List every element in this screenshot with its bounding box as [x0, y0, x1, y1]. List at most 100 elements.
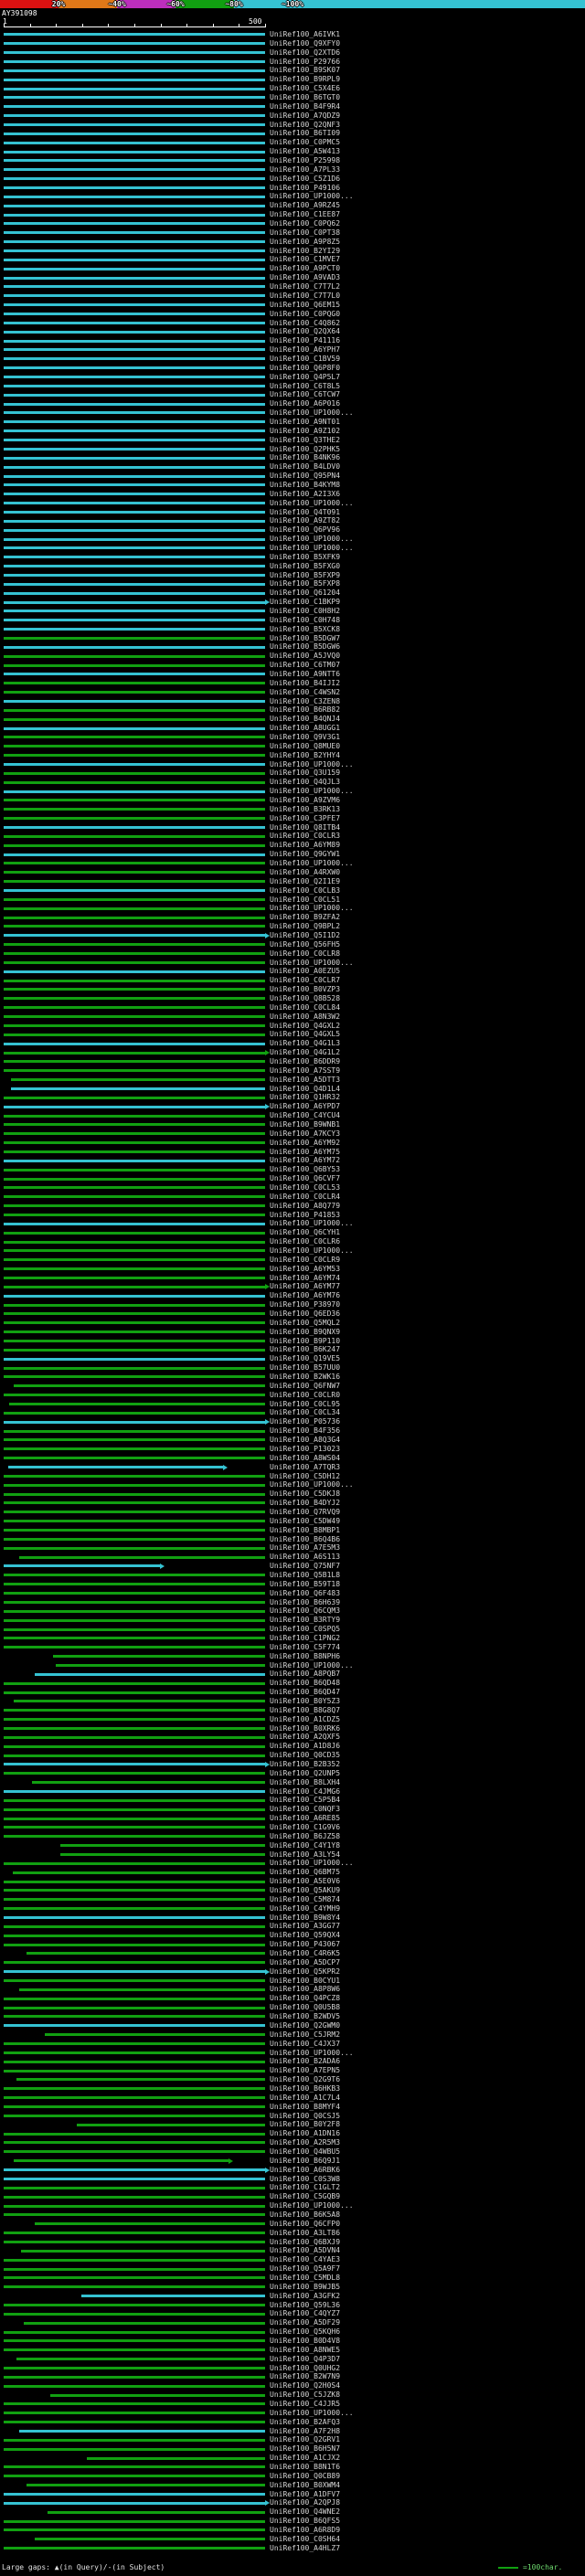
hit-id-link[interactable]: UniRef100_Q9V3G1	[270, 733, 340, 742]
hit-id-link[interactable]: UniRef100_Q8B528	[270, 994, 340, 1003]
alignment-bar[interactable]	[4, 817, 265, 821]
hit-id-link[interactable]: UniRef100_UP1000...	[270, 499, 354, 508]
hit-id-link[interactable]: UniRef100_A5W413	[270, 147, 340, 156]
hit-id-link[interactable]: UniRef100_Q6EM15	[270, 301, 340, 310]
alignment-bar[interactable]	[4, 376, 265, 379]
hit-id-link[interactable]: UniRef100_C5Z1D6	[270, 175, 340, 184]
hit-id-link[interactable]: UniRef100_B6QFS5	[270, 2517, 340, 2526]
alignment-bar[interactable]	[4, 1772, 265, 1776]
hit-id-link[interactable]: UniRef100_C0CL84	[270, 1003, 340, 1012]
hit-id-link[interactable]: UniRef100_B9WJB5	[270, 2283, 340, 2292]
alignment-bar[interactable]	[4, 1483, 265, 1487]
hit-id-link[interactable]: UniRef100_UP1000...	[270, 787, 354, 796]
alignment-bar[interactable]	[4, 2465, 265, 2469]
alignment-bar[interactable]	[60, 1844, 265, 1848]
alignment-bar[interactable]	[4, 285, 265, 289]
hit-id-link[interactable]: UniRef100_A1CDZ5	[270, 1715, 340, 1724]
alignment-bar[interactable]	[4, 1924, 265, 1928]
alignment-bar[interactable]	[4, 1141, 265, 1145]
alignment-bar[interactable]	[4, 1646, 265, 1649]
alignment-bar[interactable]	[4, 843, 265, 847]
hit-id-link[interactable]: UniRef100_A9PCT0	[270, 264, 340, 273]
alignment-bar[interactable]	[4, 1529, 265, 1532]
hit-id-link[interactable]: UniRef100_Q2PHK5	[270, 445, 340, 454]
alignment-bar[interactable]	[4, 1411, 265, 1415]
hit-id-link[interactable]: UniRef100_A7EPN5	[270, 2066, 340, 2075]
alignment-bar[interactable]	[4, 691, 265, 694]
hit-id-link[interactable]: UniRef100_P05736	[270, 1417, 340, 1426]
alignment-bar[interactable]	[4, 357, 265, 361]
hit-id-link[interactable]: UniRef100_B6DDR9	[270, 1057, 340, 1066]
hit-id-link[interactable]: UniRef100_Q19VE5	[270, 1354, 340, 1363]
hit-id-link[interactable]: UniRef100_C5JRM2	[270, 2030, 340, 2040]
alignment-bar[interactable]	[4, 591, 265, 595]
hit-id-link[interactable]: UniRef100_Q6CQM3	[270, 1606, 340, 1616]
alignment-bar[interactable]	[4, 339, 265, 343]
alignment-bar[interactable]	[4, 1051, 265, 1055]
hit-id-link[interactable]: UniRef100_B0D4V8	[270, 2337, 340, 2346]
hit-id-link[interactable]: UniRef100_A5DVN4	[270, 2246, 340, 2255]
alignment-bar[interactable]	[4, 1898, 265, 1902]
alignment-bar[interactable]	[4, 1817, 265, 1820]
hit-id-link[interactable]: UniRef100_Q2G9T6	[270, 2075, 340, 2084]
alignment-bar[interactable]	[4, 1492, 265, 1496]
alignment-bar[interactable]	[4, 2348, 265, 2352]
alignment-bar[interactable]	[4, 628, 265, 631]
hit-id-link[interactable]: UniRef100_A5E0V6	[270, 1877, 340, 1886]
hit-id-link[interactable]: UniRef100_C0CL53	[270, 1183, 340, 1193]
hit-id-link[interactable]: UniRef100_A3GFK2	[270, 2292, 340, 2301]
hit-id-link[interactable]: UniRef100_B4F356	[270, 1426, 340, 1436]
hit-id-link[interactable]: UniRef100_A8WS04	[270, 1454, 340, 1463]
alignment-bar[interactable]	[4, 1583, 265, 1586]
alignment-bar[interactable]	[4, 2186, 265, 2189]
hit-id-link[interactable]: UniRef100_Q2GWM0	[270, 2021, 340, 2030]
hit-id-link[interactable]: UniRef100_Q59QX4	[270, 1931, 340, 1940]
hit-id-link[interactable]: UniRef100_B6Q9J1	[270, 2157, 340, 2166]
alignment-bar[interactable]	[4, 2015, 265, 2019]
alignment-bar[interactable]	[4, 2096, 265, 2100]
alignment-bar[interactable]	[4, 456, 265, 460]
hit-id-link[interactable]: UniRef100_C1GLT2	[270, 2183, 340, 2192]
alignment-bar[interactable]	[55, 1663, 265, 1667]
hit-id-link[interactable]: UniRef100_UP1000...	[270, 959, 354, 968]
alignment-bar[interactable]	[4, 2475, 265, 2478]
hit-id-link[interactable]: UniRef100_A6R8D9	[270, 2526, 340, 2535]
alignment-bar[interactable]	[4, 1726, 265, 1730]
hit-id-link[interactable]: UniRef100_Q4P3D7	[270, 2355, 340, 2364]
alignment-bar[interactable]	[4, 790, 265, 793]
alignment-bar[interactable]	[4, 1943, 265, 1946]
hit-id-link[interactable]: UniRef100_Q4T091	[270, 508, 340, 517]
alignment-bar[interactable]	[50, 2393, 265, 2397]
alignment-bar[interactable]	[4, 673, 265, 676]
hit-id-link[interactable]: UniRef100_C6T8L5	[270, 382, 340, 391]
alignment-bar[interactable]	[4, 384, 265, 387]
hit-id-link[interactable]: UniRef100_Q6BXJ9	[270, 2238, 340, 2247]
hit-id-link[interactable]: UniRef100_Q6FNW7	[270, 1382, 340, 1391]
alignment-bar[interactable]	[4, 1997, 265, 2000]
hit-id-link[interactable]: UniRef100_C1MVE7	[270, 255, 340, 264]
hit-id-link[interactable]: UniRef100_B6TGT0	[270, 93, 340, 102]
alignment-bar[interactable]	[4, 87, 265, 90]
alignment-bar[interactable]	[4, 1357, 265, 1361]
hit-id-link[interactable]: UniRef100_Q4PCZ8	[270, 1994, 340, 2003]
alignment-bar[interactable]	[4, 1861, 265, 1865]
alignment-bar[interactable]	[4, 393, 265, 397]
alignment-bar[interactable]	[4, 771, 265, 775]
alignment-bar[interactable]	[8, 1466, 224, 1469]
alignment-bar[interactable]	[4, 78, 265, 81]
alignment-bar[interactable]	[4, 2132, 265, 2136]
hit-id-link[interactable]: UniRef100_Q2QNF3	[270, 121, 340, 130]
hit-id-link[interactable]: UniRef100_Q4D1L4	[270, 1085, 340, 1094]
hit-id-link[interactable]: UniRef100_Q2UNP5	[270, 1769, 340, 1778]
hit-id-link[interactable]: UniRef100_C5X4E6	[270, 84, 340, 93]
hit-id-link[interactable]: UniRef100_B2YHY4	[270, 751, 340, 760]
hit-id-link[interactable]: UniRef100_A3LY54	[270, 1850, 340, 1860]
alignment-bar[interactable]	[4, 970, 265, 973]
alignment-bar[interactable]	[4, 1627, 265, 1631]
hit-id-link[interactable]: UniRef100_A6P016	[270, 399, 340, 408]
hit-id-link[interactable]: UniRef100_A1DFV7	[270, 2490, 340, 2499]
alignment-bar[interactable]	[4, 195, 265, 198]
hit-id-link[interactable]: UniRef100_Q5A9F7	[270, 2264, 340, 2274]
hit-id-link[interactable]: UniRef100_A2I3X6	[270, 490, 340, 499]
hit-id-link[interactable]: UniRef100_A6YM75	[270, 1148, 340, 1157]
